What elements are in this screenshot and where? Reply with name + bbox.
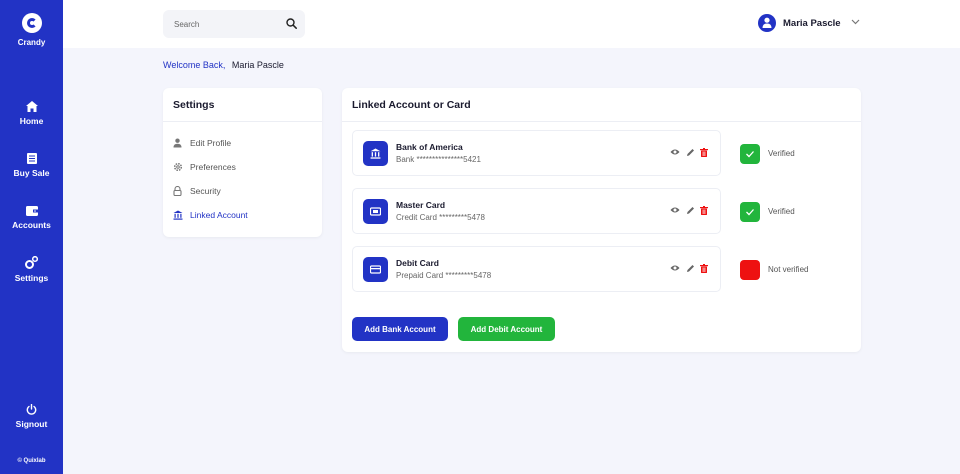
status-text: Verified <box>768 207 795 216</box>
settings-item-label: Security <box>190 186 221 196</box>
account-name: Master Card <box>396 200 446 210</box>
power-icon <box>26 404 37 415</box>
account-number: Bank ***************5421 <box>396 155 481 164</box>
check-icon <box>746 151 754 158</box>
user-icon <box>173 138 182 148</box>
welcome-message: Welcome Back, Maria Pascle <box>163 60 284 70</box>
settings-item-label: Preferences <box>190 162 236 172</box>
receipt-icon <box>26 153 37 164</box>
card-icon <box>370 207 381 216</box>
search-box <box>163 10 305 38</box>
lock-icon <box>173 186 182 196</box>
search-input[interactable] <box>163 10 283 38</box>
bank-icon <box>370 148 381 159</box>
sidebar-item-accounts[interactable]: Accounts <box>0 206 63 230</box>
card-icon <box>370 265 381 274</box>
account-icon <box>363 199 388 224</box>
account-icon <box>363 141 388 166</box>
edit-icon[interactable] <box>686 148 695 157</box>
wallet-icon <box>25 206 38 216</box>
sidebar-item-settings[interactable]: Settings <box>0 256 63 283</box>
brand[interactable]: Crandy <box>0 13 63 47</box>
settings-item-label: Edit Profile <box>190 138 232 148</box>
account-number: Credit Card *********5478 <box>396 213 485 222</box>
settings-menu-card: Settings Edit Profile Preferences Securi… <box>163 88 322 237</box>
eye-icon[interactable] <box>670 264 680 272</box>
eye-icon[interactable] <box>670 206 680 214</box>
user-icon <box>762 17 772 28</box>
divider <box>342 121 861 122</box>
sidebar-item-label: Settings <box>14 273 49 283</box>
account-name: Debit Card <box>396 258 439 268</box>
home-icon <box>25 101 38 112</box>
welcome-greeting: Welcome Back, <box>163 60 226 70</box>
account-name: Bank of America <box>396 142 463 152</box>
add-bank-account-button[interactable]: Add Bank Account <box>352 317 448 341</box>
gears-icon <box>25 256 38 269</box>
copyright-text: © Quixlab <box>17 458 46 464</box>
divider <box>163 121 322 122</box>
sidebar: Crandy Home Buy Sale Accounts Settings S… <box>0 0 63 474</box>
edit-icon[interactable] <box>686 206 695 215</box>
account-row-bank-of-america: Bank of America Bank ***************5421 <box>352 130 721 176</box>
sidebar-item-label: Buy Sale <box>13 168 50 178</box>
welcome-user-name: Maria Pascle <box>231 60 284 70</box>
account-row-master-card: Master Card Credit Card *********5478 <box>352 188 721 234</box>
bank-icon <box>173 210 183 220</box>
crandy-logo-icon <box>21 13 42 33</box>
account-number: Prepaid Card *********5478 <box>396 271 492 280</box>
brand-name: Crandy <box>17 38 46 47</box>
account-row-debit-card: Debit Card Prepaid Card *********5478 <box>352 246 721 292</box>
add-debit-account-button[interactable]: Add Debit Account <box>458 317 555 341</box>
settings-title: Settings <box>173 99 215 111</box>
gear-icon <box>173 162 183 172</box>
delete-icon[interactable] <box>700 264 708 273</box>
status-text: Not verified <box>768 265 809 274</box>
chevron-down-icon[interactable] <box>851 19 860 25</box>
sidebar-item-label: Accounts <box>12 220 51 230</box>
signout-button[interactable]: Signout <box>0 404 63 429</box>
delete-icon[interactable] <box>700 206 708 215</box>
delete-icon[interactable] <box>700 148 708 157</box>
check-icon <box>746 209 754 216</box>
verified-status-icon <box>740 144 760 164</box>
user-name: Maria Pascle <box>783 18 841 29</box>
signout-label: Signout <box>15 419 48 429</box>
account-icon <box>363 257 388 282</box>
sidebar-item-home[interactable]: Home <box>0 101 63 126</box>
linked-account-card: Linked Account or Card Bank of America B… <box>342 88 861 352</box>
not-verified-status-icon <box>740 260 760 280</box>
status-text: Verified <box>768 149 795 158</box>
eye-icon[interactable] <box>670 148 680 156</box>
linked-title: Linked Account or Card <box>352 99 471 111</box>
avatar <box>758 14 776 32</box>
verified-status-icon <box>740 202 760 222</box>
topbar: Maria Pascle <box>63 0 960 48</box>
settings-item-label: Linked Account <box>190 210 248 220</box>
sidebar-item-label: Home <box>19 116 44 126</box>
search-icon[interactable] <box>286 18 297 29</box>
edit-icon[interactable] <box>686 264 695 273</box>
sidebar-item-buy-sale[interactable]: Buy Sale <box>0 153 63 178</box>
